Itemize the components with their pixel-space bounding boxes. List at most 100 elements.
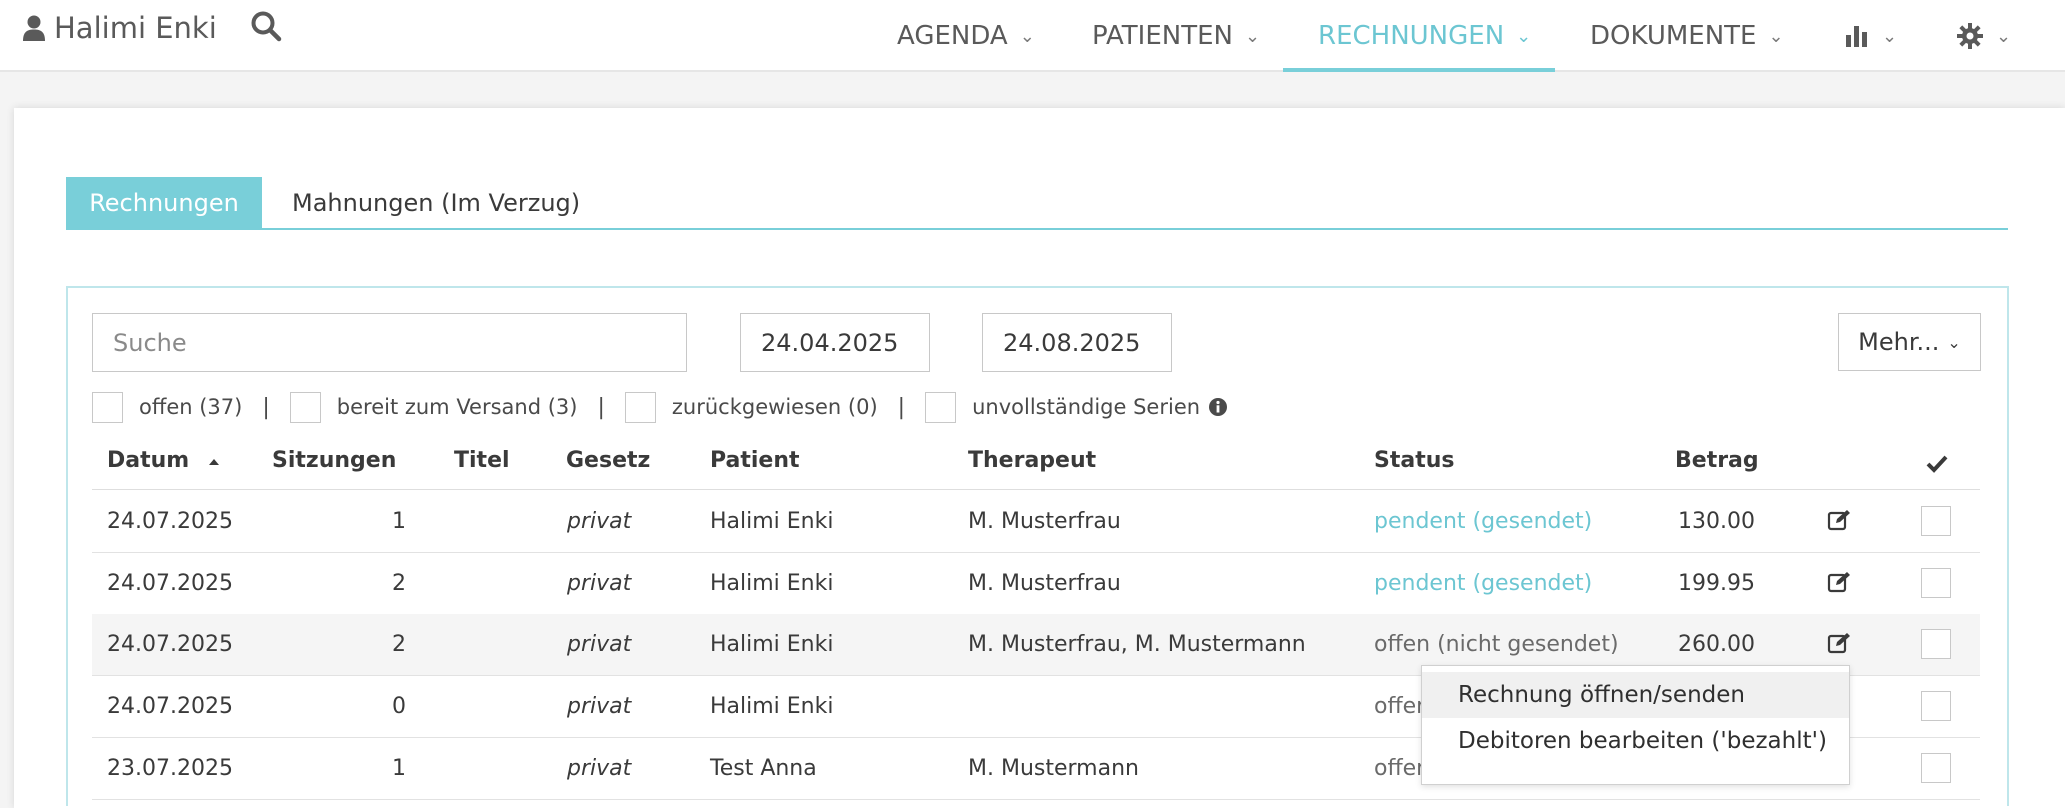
cell-gesetz: privat [567,571,632,596]
edit-icon[interactable] [1827,632,1851,654]
filter-separator: | [897,394,906,420]
header-sitzungen[interactable]: Sitzungen [272,448,396,473]
cell-therapeut: M. Mustermann [968,756,1139,781]
header-gesetz[interactable]: Gesetz [566,448,650,473]
cell-status[interactable]: pendent (gesendet) [1374,491,1592,552]
table-row[interactable]: 24.07.2025 1 privat Halimi Enki M. Muste… [92,491,1980,553]
row-context-menu: Rechnung öffnen/senden Debitoren bearbei… [1421,665,1850,785]
cell-gesetz: privat [567,632,632,657]
cell-sitzungen: 1 [392,756,406,781]
chevron-down-icon: ⌄ [1947,332,1961,352]
cell-patient: Halimi Enki [710,571,834,596]
cell-betrag: 199.95 [1678,571,1755,596]
cell-datum: 24.07.2025 [107,571,233,596]
tabs-divider [66,228,2008,230]
chevron-down-icon: ⌄ [1768,25,1784,47]
filter-separator: | [262,394,270,420]
cell-datum: 24.07.2025 [107,632,233,657]
nav-active-indicator [1283,68,1555,72]
bar-chart-icon [1846,26,1867,47]
nav-agenda[interactable]: AGENDA ⌄ [897,0,1035,72]
filter-serien-checkbox[interactable] [925,391,957,423]
search-icon [251,11,282,42]
nav-statistics[interactable]: ⌄ [1844,0,1897,72]
cell-gesetz: privat [567,694,632,719]
more-button[interactable]: Mehr... ⌄ [1838,313,1981,371]
nav-settings[interactable]: ⌄ [1956,0,2011,72]
chevron-down-icon: ⌄ [1996,25,2012,47]
header-datum[interactable]: Datum [107,448,221,473]
checkmark-icon[interactable] [1926,454,1948,474]
cell-gesetz: privat [567,756,632,781]
date-from-input[interactable]: 24.04.2025 [740,313,930,372]
row-select-checkbox[interactable] [1921,568,1951,598]
cell-therapeut: M. Musterfrau [968,509,1121,534]
header-betrag[interactable]: Betrag [1675,448,1759,473]
header-datum-label: Datum [107,448,190,473]
cell-patient: Halimi Enki [710,694,834,719]
chevron-down-icon: ⌄ [1882,25,1898,47]
cell-datum: 23.07.2025 [107,756,233,781]
filter-offen-checkbox[interactable] [92,391,123,423]
chevron-down-icon: ⌄ [1516,25,1532,47]
nav-rechnungen[interactable]: RECHNUNGEN ⌄ [1318,0,1531,72]
edit-icon[interactable] [1827,571,1851,593]
filter-zurueckgewiesen-checkbox[interactable] [624,391,656,423]
cell-sitzungen: 2 [392,571,406,596]
cell-sitzungen: 1 [392,509,406,534]
more-button-label: Mehr... [1858,328,1940,356]
cell-gesetz: privat [567,509,632,534]
table-row[interactable]: 24.07.2025 2 privat Halimi Enki M. Muste… [92,553,1980,615]
nav-dokumente-label: DOKUMENTE [1590,21,1757,51]
menu-item-open-send[interactable]: Rechnung öffnen/senden [1422,672,1849,718]
header-status[interactable]: Status [1374,448,1454,473]
cell-sitzungen: 2 [392,632,406,657]
filter-offen-label: offen (37) [139,395,243,419]
menu-item-edit-debitors[interactable]: Debitoren bearbeiten ('bezahlt') [1422,718,1849,764]
chevron-down-icon: ⌄ [1244,25,1261,47]
row-select-checkbox[interactable] [1921,753,1951,783]
user-icon [23,15,45,41]
header-titel[interactable]: Titel [454,448,510,473]
nav-patienten-label: PATIENTEN [1092,21,1233,51]
filter-bereit-label: bereit zum Versand (3) [336,395,578,419]
cell-therapeut: M. Musterfrau [968,571,1121,596]
row-select-checkbox[interactable] [1921,629,1951,659]
cell-betrag: 130.00 [1678,509,1755,534]
cell-datum: 24.07.2025 [107,509,233,534]
cell-status[interactable]: pendent (gesendet) [1374,553,1592,614]
table-header: Datum Sitzungen Titel Gesetz Patient The… [92,442,1980,490]
date-to-input[interactable]: 24.08.2025 [982,313,1172,372]
tab-rechnungen[interactable]: Rechnungen [66,177,262,229]
filter-separator: | [597,394,605,420]
tab-mahnungen[interactable]: Mahnungen (Im Verzug) [292,177,580,229]
header-therapeut[interactable]: Therapeut [968,448,1096,473]
cell-patient: Halimi Enki [710,509,834,534]
filter-serien-label: unvollständige Serien [972,395,1201,419]
info-icon[interactable] [1208,397,1228,417]
top-navigation-bar: Halimi Enki AGENDA ⌄ PATIENTEN ⌄ RECHNUN… [0,0,2065,72]
cell-therapeut: M. Musterfrau, M. Mustermann [968,632,1306,657]
sort-ascending-icon [208,459,219,465]
user-name: Halimi Enki [54,11,217,45]
header-patient[interactable]: Patient [710,448,800,473]
nav-patienten[interactable]: PATIENTEN ⌄ [1092,0,1260,72]
filter-zurueckgewiesen-label: zurückgewiesen (0) [671,395,878,419]
edit-icon[interactable] [1827,509,1851,531]
cell-patient: Test Anna [710,756,817,781]
nav-agenda-label: AGENDA [897,21,1008,51]
status-filters: offen (37) | bereit zum Versand (3) | zu… [92,390,1228,424]
cell-patient: Halimi Enki [710,632,834,657]
row-select-checkbox[interactable] [1921,506,1951,536]
user-menu[interactable]: Halimi Enki [22,6,217,50]
cell-sitzungen: 0 [392,694,406,719]
chevron-down-icon: ⌄ [1019,25,1035,47]
row-select-checkbox[interactable] [1921,691,1951,721]
cell-datum: 24.07.2025 [107,694,233,719]
search-input[interactable]: Suche [92,313,687,372]
gear-icon [1957,23,1983,49]
filter-bereit-checkbox[interactable] [289,391,321,423]
nav-rechnungen-label: RECHNUNGEN [1318,21,1505,51]
nav-dokumente[interactable]: DOKUMENTE ⌄ [1590,0,1784,72]
search-button[interactable] [250,10,282,46]
